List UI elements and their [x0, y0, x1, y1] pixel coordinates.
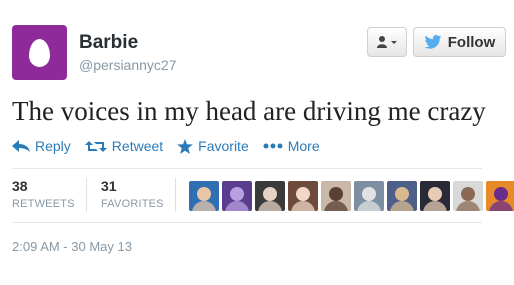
more-action[interactable]: More — [263, 138, 320, 154]
retweets-label: RETWEETS — [12, 198, 75, 210]
favorite-label: Favorite — [198, 138, 249, 154]
follow-button[interactable]: Follow — [413, 27, 506, 57]
divider-bottom — [12, 222, 482, 223]
retweets-count: 38 — [12, 178, 28, 194]
reply-label: Reply — [35, 138, 71, 154]
tweet-actions: Reply Retweet Favorite More — [12, 138, 334, 154]
egg-icon — [29, 38, 50, 67]
favoriter-avatar[interactable] — [387, 181, 417, 211]
retweet-action[interactable]: Retweet — [84, 138, 164, 154]
favoriter-avatar[interactable] — [453, 181, 483, 211]
retweets-stat[interactable]: 38 RETWEETS — [12, 178, 75, 210]
favorites-count: 31 — [101, 178, 117, 194]
user-actions-button[interactable] — [367, 27, 407, 57]
reply-icon — [12, 140, 30, 152]
stat-separator — [86, 178, 87, 212]
retweet-icon — [84, 140, 107, 152]
favoriter-avatar[interactable] — [189, 181, 219, 211]
favoriter-avatar[interactable] — [222, 181, 252, 211]
favoriter-avatar[interactable] — [486, 181, 514, 211]
screen-name[interactable]: @persiannyc27 — [79, 57, 177, 73]
favoriter-avatar[interactable] — [420, 181, 450, 211]
tweet-timestamp[interactable]: 2:09 AM - 30 May 13 — [12, 239, 132, 254]
more-label: More — [287, 138, 320, 154]
tweet-text: The voices in my head are driving me cra… — [12, 96, 486, 126]
divider-top — [12, 168, 482, 169]
favoriter-avatar[interactable] — [354, 181, 384, 211]
avatar[interactable] — [12, 25, 67, 80]
favorite-action[interactable]: Favorite — [177, 138, 249, 154]
favorites-label: FAVORITES — [101, 198, 164, 210]
retweet-label: Retweet — [111, 138, 164, 154]
display-name[interactable]: Barbie — [79, 32, 138, 54]
follow-label: Follow — [447, 33, 496, 51]
favoriter-avatar[interactable] — [255, 181, 285, 211]
stat-separator — [175, 178, 176, 212]
star-icon — [177, 138, 193, 154]
more-dots-icon — [263, 143, 283, 149]
favoriter-avatar[interactable] — [288, 181, 318, 211]
favoriter-avatar[interactable] — [321, 181, 351, 211]
favoriters-list — [189, 181, 514, 211]
favorites-stat[interactable]: 31 FAVORITES — [101, 178, 164, 210]
reply-action[interactable]: Reply — [12, 138, 71, 154]
twitter-bird-icon — [424, 35, 442, 49]
user-icon — [377, 36, 397, 48]
